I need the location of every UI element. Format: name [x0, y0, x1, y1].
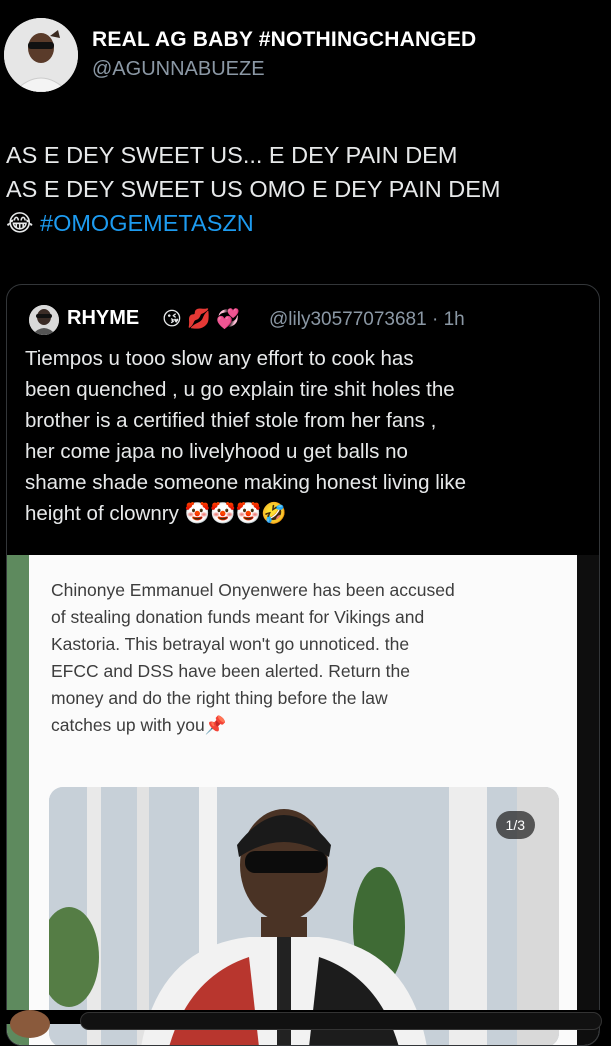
author-handle[interactable]: @AGUNNABUEZE	[92, 58, 265, 81]
reply-input[interactable]	[80, 1012, 602, 1030]
quoted-post-text: Tiempos u tooo slow any effort to cook h…	[25, 343, 585, 529]
screenshot-text-line: EFCC and DSS have been alerted. Return t…	[51, 661, 410, 681]
screenshot-text-line: catches up with you📌	[51, 715, 227, 735]
quoted-post-media[interactable]: Chinonye Emmanuel Onyenwere has been acc…	[7, 555, 599, 1045]
post-text-line: 😂 #OMOGEMETASZN	[6, 206, 501, 240]
screenshot-text-line: Kastoria. This betrayal won't go unnotic…	[51, 634, 410, 654]
author-name[interactable]: REAL AG BABY #NOTHINGCHANGED	[92, 28, 476, 52]
quoted-text-line: shame shade someone making honest living…	[25, 471, 467, 494]
screenshot-text: Chinonye Emmanuel Onyenwere has been acc…	[51, 577, 566, 739]
photo-illustration	[49, 787, 559, 1045]
screenshot-text-line: of stealing donation funds meant for Vik…	[51, 607, 425, 627]
media-right-edge	[577, 555, 599, 1045]
quoted-text-line: Tiempos u tooo slow any effort to cook h…	[25, 347, 414, 370]
quoted-text-line: been quenched , u go explain tire shit h…	[25, 378, 455, 401]
person-photo: 1/3	[49, 787, 559, 1045]
laughing-emoji: 😂	[6, 210, 34, 236]
reply-bar	[0, 1010, 611, 1038]
media-counter: 1/3	[495, 811, 535, 839]
post-text-line: AS E DEY SWEET US OMO E DEY PAIN DEM	[6, 176, 501, 202]
quoted-post[interactable]: RHYME 😘 💋 💞 @lily30577073681 · 1h Tiempo…	[6, 284, 600, 1046]
media-left-edge	[7, 555, 29, 1045]
post-text-line: AS E DEY SWEET US... E DEY PAIN DEM	[6, 142, 458, 168]
quoted-author-avatar	[29, 305, 59, 335]
quoted-text-line: height of clownry 🤡🤡🤡🤣	[25, 502, 287, 525]
quoted-text-line: her come japa no livelyhood u get balls …	[25, 440, 408, 463]
quoted-text-line: brother is a certified thief stole from …	[25, 409, 437, 432]
author-avatar[interactable]	[4, 18, 78, 92]
quoted-author-handle-time: @lily30577073681 · 1h	[269, 309, 465, 330]
screenshot-card: Chinonye Emmanuel Onyenwere has been acc…	[29, 555, 577, 1045]
reply-avatar	[10, 1010, 50, 1038]
post-text: AS E DEY SWEET US... E DEY PAIN DEM AS E…	[6, 138, 501, 240]
quoted-author-name: RHYME	[67, 307, 140, 329]
quoted-author-emojis: 😘 💋 💞	[162, 309, 240, 330]
screenshot-text-line: money and do the right thing before the …	[51, 688, 388, 708]
screenshot-text-line: Chinonye Emmanuel Onyenwere has been acc…	[51, 580, 455, 600]
hashtag-link[interactable]: #OMOGEMETASZN	[40, 210, 254, 236]
